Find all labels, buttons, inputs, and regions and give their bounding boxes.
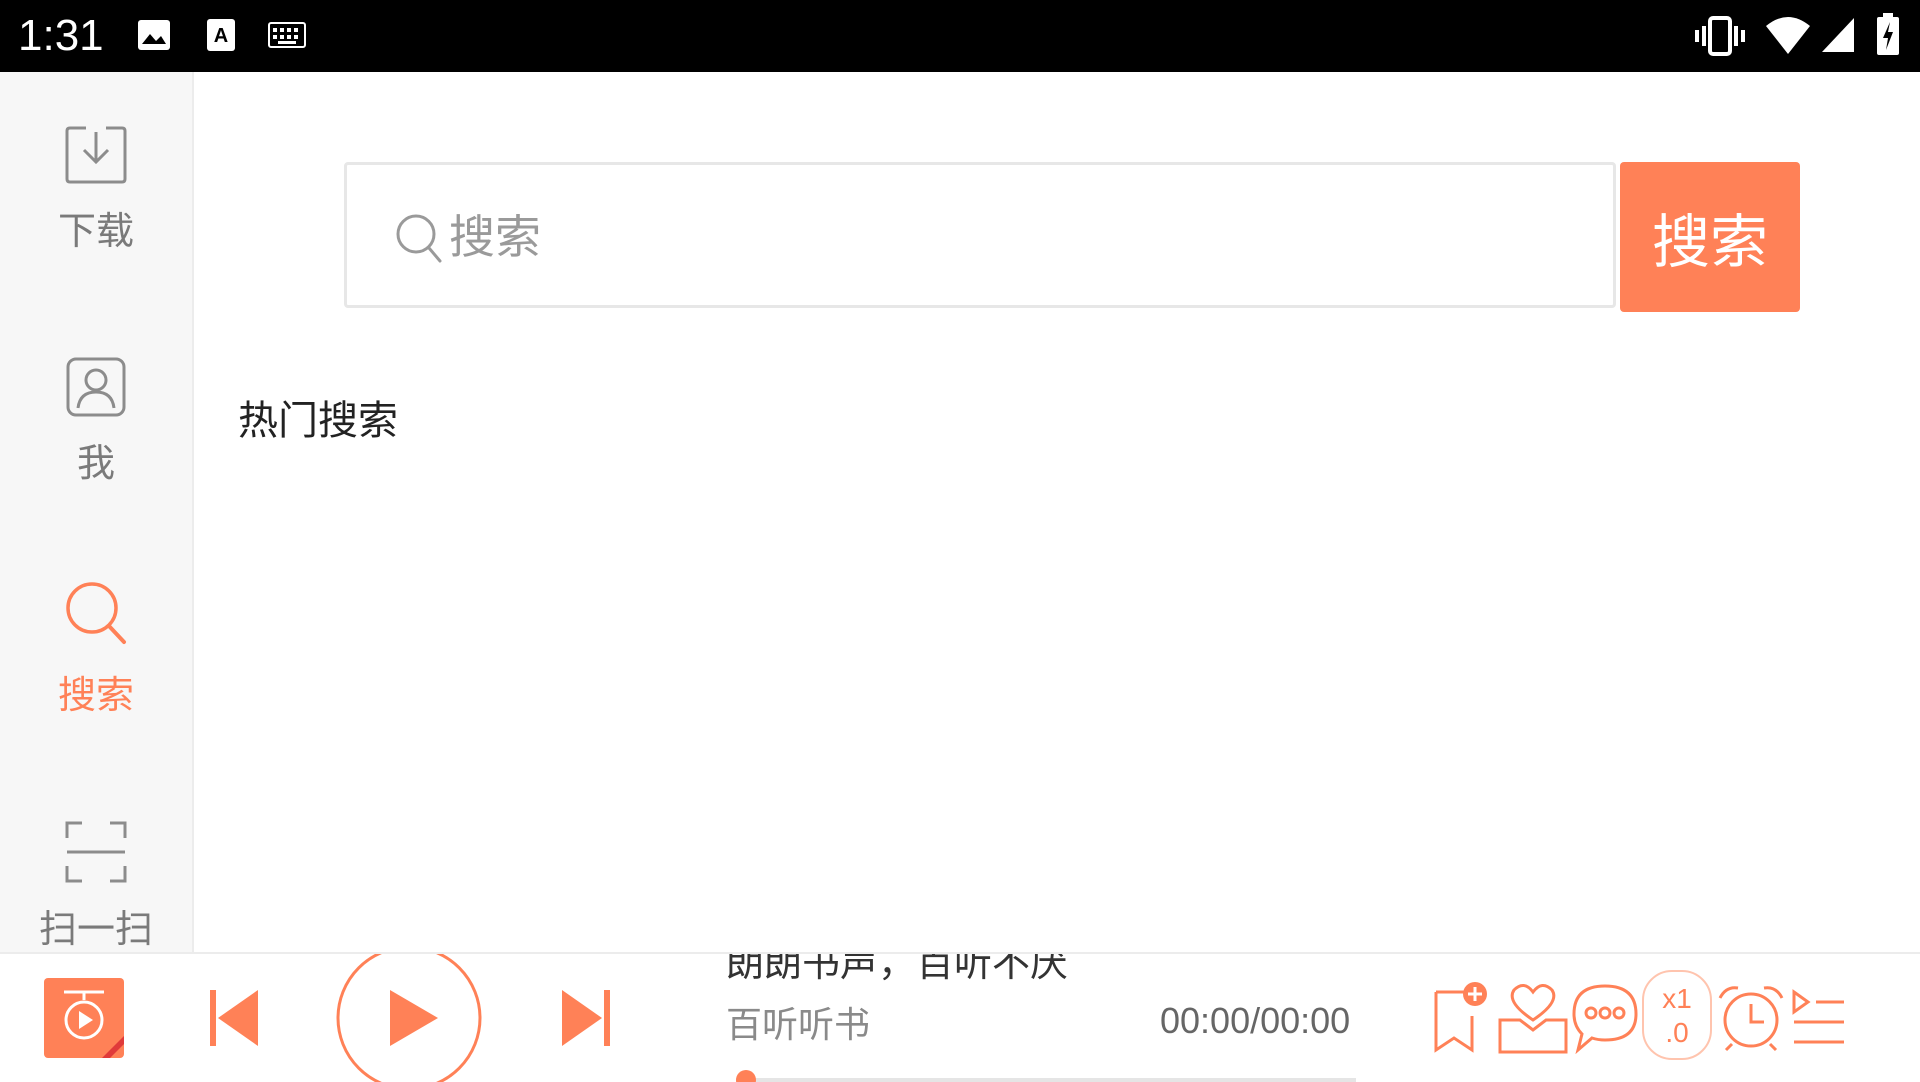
sidebar-item-search[interactable]: 搜索 [0, 580, 192, 719]
sidebar-item-label: 搜索 [57, 673, 134, 717]
status-bar: 1:31 A [0, 0, 1920, 72]
progress-track[interactable] [736, 1078, 1356, 1082]
download-icon [65, 126, 127, 184]
search-icon [396, 214, 442, 263]
speed-value: x1 [1662, 983, 1692, 1014]
sidebar-item-label: 扫一扫 [38, 907, 153, 951]
track-time: 00:00/00:00 [1160, 1000, 1351, 1041]
sidebar-item-scan[interactable]: 扫一扫 [0, 820, 192, 952]
player-bar: 朗朗书声，百听不厌 百听听书 00:00/00:00 x1 .0 [0, 952, 1920, 1082]
next-button[interactable] [558, 986, 614, 1050]
previous-button[interactable] [206, 986, 262, 1050]
sidebar: 下载 我 搜索 扫一扫 [0, 72, 194, 952]
search-icon [66, 582, 126, 644]
comment-icon[interactable] [1570, 982, 1640, 1054]
user-icon [66, 357, 126, 417]
battery-charging-icon [1877, 13, 1899, 55]
text-notification-icon: A [207, 19, 235, 51]
track-subtitle: 百听听书 [726, 1005, 871, 1046]
sidebar-item-me[interactable]: 我 [0, 356, 192, 487]
vibrate-icon [1695, 16, 1745, 56]
svg-text:A: A [214, 25, 228, 47]
sidebar-item-label: 我 [76, 441, 115, 485]
favorite-icon[interactable] [1496, 980, 1570, 1056]
keyboard-icon [268, 22, 306, 48]
sidebar-item-label: 下载 [57, 209, 134, 253]
search-box[interactable] [344, 162, 1616, 308]
hot-search-title: 热门搜索 [238, 398, 398, 444]
scan-icon [65, 821, 127, 883]
signal-icon [1822, 18, 1854, 52]
progress-handle[interactable] [736, 1070, 756, 1082]
playlist-icon[interactable] [1790, 988, 1848, 1048]
image-notification-icon [138, 20, 170, 50]
play-button[interactable] [334, 954, 484, 1082]
search-button[interactable]: 搜索 [1620, 162, 1800, 312]
wifi-icon [1766, 17, 1810, 54]
speed-value-decimal: .0 [1665, 1017, 1689, 1048]
app-logo[interactable] [44, 978, 124, 1058]
sidebar-item-download[interactable]: 下载 [0, 124, 192, 255]
playback-speed-button[interactable]: x1 .0 [1642, 970, 1712, 1060]
track-title: 朗朗书声，百听不厌 [726, 952, 1069, 985]
search-input[interactable] [447, 193, 1551, 281]
alarm-clock-icon[interactable] [1716, 982, 1786, 1052]
add-bookmark-icon[interactable] [1430, 980, 1490, 1054]
status-time: 1:31 [18, 11, 104, 60]
